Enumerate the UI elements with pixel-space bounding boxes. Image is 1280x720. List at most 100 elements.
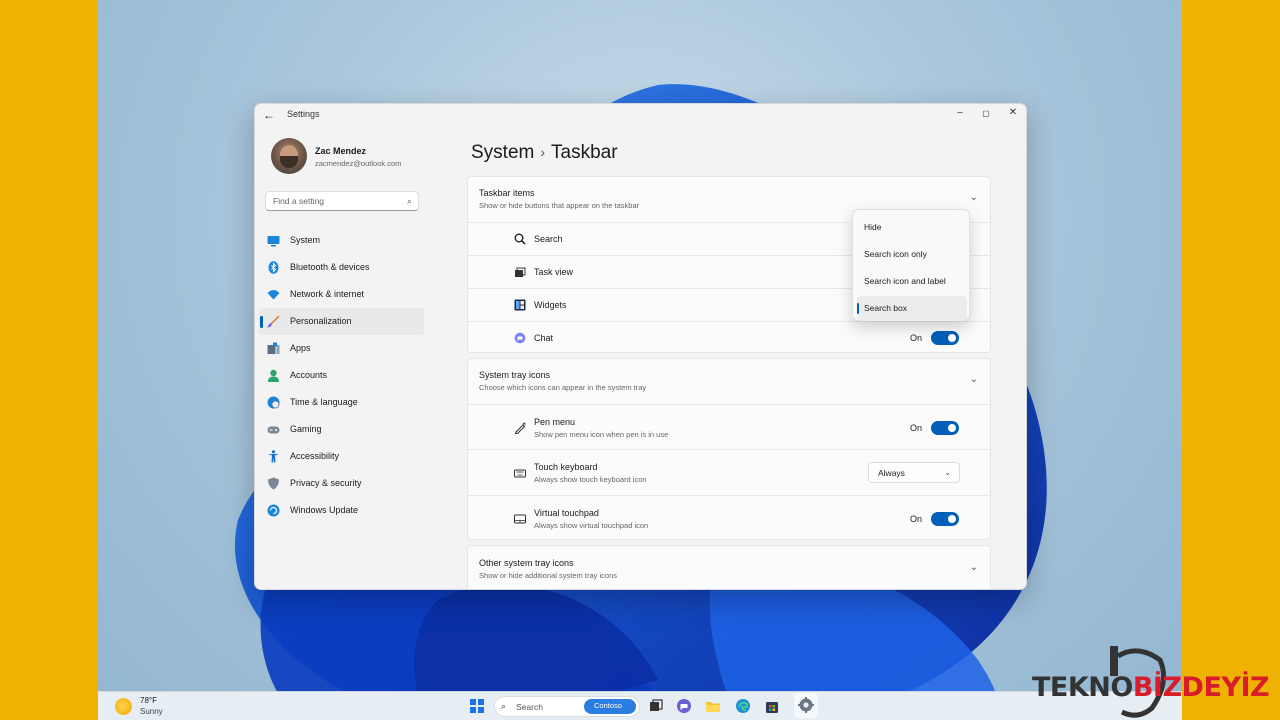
sidebar-item-label: Time & language <box>290 397 358 407</box>
contoso-search-badge[interactable]: Contoso <box>584 699 636 714</box>
row-label: Task view <box>534 267 574 277</box>
virtual-touchpad-toggle[interactable] <box>931 512 959 526</box>
touchpad-icon <box>514 514 526 524</box>
breadcrumb: System › Taskbar <box>471 142 618 164</box>
settings-icon[interactable] <box>798 697 814 713</box>
row-description: Always show touch keyboard icon <box>534 475 647 484</box>
store-icon[interactable] <box>764 698 780 714</box>
pen-icon <box>514 422 526 434</box>
sidebar-item-system[interactable]: System <box>259 227 424 254</box>
left-frame-bar <box>0 0 98 720</box>
apps-icon <box>267 342 280 354</box>
keyboard-icon <box>514 469 526 478</box>
sidebar-item-accounts[interactable]: Accounts <box>259 362 424 389</box>
sidebar-nav: System Bluetooth & devices Network & int… <box>259 227 424 524</box>
chat-icon <box>514 332 526 344</box>
edge-icon[interactable] <box>735 698 751 714</box>
maximize-button[interactable]: ▢ <box>976 109 996 118</box>
search-icon: ⌕ <box>501 701 507 711</box>
weather-temperature[interactable]: 78°F <box>140 696 157 705</box>
accessibility-icon <box>268 450 279 463</box>
taskbar-item-chat: Chat On <box>468 321 990 353</box>
sidebar-item-windows-update[interactable]: Windows Update <box>259 497 424 524</box>
row-label: Chat <box>534 333 554 343</box>
toggle-state-label: On <box>910 333 923 343</box>
gamepad-icon <box>267 426 280 434</box>
other-tray-header[interactable]: Other system tray icons Show or hide add… <box>468 546 990 589</box>
chevron-up-icon[interactable]: ⌄ <box>970 374 978 385</box>
chat-toggle[interactable] <box>931 331 959 345</box>
back-arrow-icon[interactable]: ← <box>263 108 275 122</box>
taskbar: 78°F Sunny ⌕ Search Contoso <box>98 691 1182 720</box>
sidebar-item-personalization[interactable]: Personalization <box>259 308 424 335</box>
find-setting-box[interactable]: ⌕ <box>265 191 419 211</box>
sidebar-item-privacy[interactable]: Privacy & security <box>259 470 424 497</box>
watermark-brand: TEKNOBİZDEYİZ <box>1032 672 1270 703</box>
breadcrumb-separator: › <box>540 144 546 160</box>
close-button[interactable]: ✕ <box>1003 107 1023 118</box>
sidebar-item-label: Apps <box>290 343 311 353</box>
toggle-state-label: On <box>910 423 923 433</box>
title-bar: ← Settings – ▢ ✕ <box>255 104 1026 126</box>
shield-icon <box>268 477 279 490</box>
search-icon[interactable]: ⌕ <box>407 196 412 207</box>
row-label: Pen menu <box>534 417 576 427</box>
sidebar-item-label: Gaming <box>290 424 322 434</box>
sidebar-item-apps[interactable]: Apps <box>259 335 424 362</box>
taskbar-search-text: Search <box>516 702 543 712</box>
settings-window: ← Settings – ▢ ✕ Zac Mendez zacmendez@ou… <box>254 103 1027 590</box>
globe-clock-icon <box>267 396 280 409</box>
search-input[interactable] <box>273 196 393 206</box>
weather-condition[interactable]: Sunny <box>140 707 163 716</box>
section-subtitle: Choose which icons can appear in the sys… <box>479 383 647 392</box>
avatar <box>271 138 307 174</box>
teams-chat-icon[interactable] <box>676 698 692 714</box>
sidebar-item-network[interactable]: Network & internet <box>259 281 424 308</box>
sidebar-item-bluetooth[interactable]: Bluetooth & devices <box>259 254 424 281</box>
section-subtitle: Show or hide buttons that appear on the … <box>479 201 640 210</box>
row-description: Always show virtual touchpad icon <box>534 521 649 530</box>
sidebar-item-label: Bluetooth & devices <box>290 262 370 272</box>
sidebar-item-label: Personalization <box>290 316 352 326</box>
taskbar-search-box[interactable]: ⌕ Search Contoso <box>494 696 640 717</box>
sidebar-item-label: Network & internet <box>290 289 365 299</box>
sun-icon[interactable] <box>115 698 132 715</box>
start-button[interactable] <box>470 699 484 713</box>
right-frame-bar <box>1182 0 1280 720</box>
task-view-icon <box>515 267 526 277</box>
chevron-down-icon[interactable]: ⌄ <box>970 562 978 573</box>
sidebar-item-label: Accounts <box>290 370 328 380</box>
row-label: Virtual touchpad <box>534 508 599 518</box>
system-tray-header[interactable]: System tray icons Choose which icons can… <box>468 359 990 403</box>
pen-menu-toggle[interactable] <box>931 421 959 435</box>
dropdown-option-hide[interactable]: Hide <box>857 215 967 240</box>
accounts-icon <box>268 369 279 382</box>
section-subtitle: Show or hide additional system tray icon… <box>479 571 617 580</box>
brush-icon <box>267 315 280 328</box>
chevron-up-icon[interactable]: ⌄ <box>970 192 978 203</box>
file-explorer-icon[interactable] <box>705 698 721 714</box>
section-title: System tray icons <box>479 370 551 380</box>
bluetooth-icon <box>268 261 279 274</box>
tray-row-pen-menu: Pen menu Show pen menu icon when pen is … <box>468 404 990 449</box>
section-title: Taskbar items <box>479 188 535 198</box>
dropdown-option-search-icon-only[interactable]: Search icon only <box>857 242 967 267</box>
sidebar-item-gaming[interactable]: Gaming <box>259 416 424 443</box>
sidebar-item-accessibility[interactable]: Accessibility <box>259 443 424 470</box>
system-tray-section: System tray icons Choose which icons can… <box>467 358 991 540</box>
breadcrumb-parent[interactable]: System <box>471 142 534 163</box>
section-title: Other system tray icons <box>479 558 574 568</box>
minimize-button[interactable]: – <box>950 107 970 118</box>
profile-name: Zac Mendez <box>315 146 367 156</box>
row-description: Show pen menu icon when pen is in use <box>534 430 669 439</box>
sidebar-item-time-language[interactable]: Time & language <box>259 389 424 416</box>
sidebar-item-label: System <box>290 235 321 245</box>
dropdown-option-search-box[interactable]: Search box <box>857 296 967 321</box>
touch-keyboard-select[interactable]: Always ⌄ <box>868 462 960 483</box>
tray-row-touch-keyboard: Touch keyboard Always show touch keyboar… <box>468 449 990 495</box>
task-view-icon[interactable] <box>648 698 664 714</box>
dropdown-option-search-icon-label[interactable]: Search icon and label <box>857 269 967 294</box>
row-label: Widgets <box>534 300 567 310</box>
select-value: Always <box>878 468 905 478</box>
update-icon <box>267 504 280 517</box>
